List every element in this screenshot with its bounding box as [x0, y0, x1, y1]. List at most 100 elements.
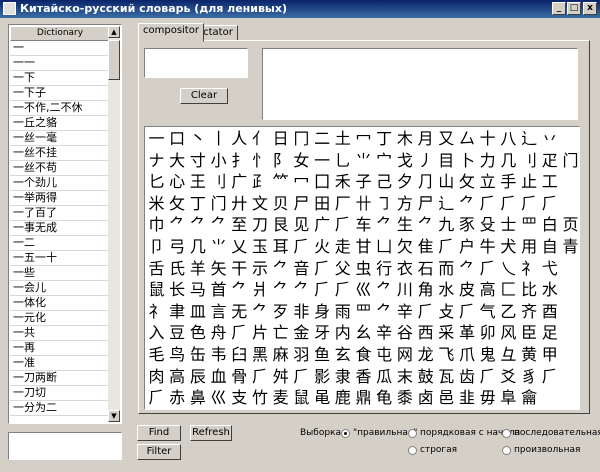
radical-cell[interactable]: 麻 — [270, 345, 291, 364]
radical-cell[interactable]: 骨 — [229, 367, 250, 386]
radical-cell[interactable]: 车 — [353, 215, 374, 234]
radical-cell[interactable]: 火 — [312, 237, 333, 256]
radical-cell[interactable]: 黄 — [519, 345, 540, 364]
radical-cell[interactable]: 尸 — [291, 194, 312, 213]
refresh-button[interactable]: Refresh — [190, 425, 232, 441]
radical-cell[interactable]: 鼎 — [353, 388, 374, 407]
radical-cell[interactable]: 八 — [498, 129, 519, 148]
radical-cell[interactable]: ナ — [146, 151, 167, 170]
dictionary-item[interactable]: 一丘之貉 — [10, 116, 110, 131]
dictionary-item[interactable]: 一分为二 — [10, 401, 110, 416]
radical-cell[interactable]: 田 — [312, 194, 333, 213]
radical-cell[interactable]: ⺁ — [539, 367, 560, 386]
radical-cell[interactable]: 鼠 — [291, 388, 312, 407]
radio-sequential[interactable] — [502, 429, 511, 438]
radical-cell[interactable]: 士 — [498, 215, 519, 234]
radical-cell[interactable]: 言 — [208, 302, 229, 321]
radical-cell[interactable]: 香 — [353, 367, 374, 386]
radical-cell[interactable]: 走 — [332, 237, 353, 256]
radical-cell[interactable]: 羊 — [187, 259, 208, 278]
dictionary-item[interactable]: 一元化 — [10, 311, 110, 326]
radical-cell[interactable]: 身 — [312, 302, 333, 321]
radical-cell[interactable]: 丁 — [187, 194, 208, 213]
radical-cell[interactable]: 卯 — [477, 323, 498, 342]
radical-cell[interactable]: 人 — [229, 129, 250, 148]
radical-cell[interactable]: 子 — [353, 172, 374, 191]
radical-cell[interactable]: 廾 — [229, 194, 250, 213]
radical-cell[interactable]: 爻 — [498, 367, 519, 386]
dictionary-item[interactable]: 一五一十 — [10, 251, 110, 266]
radical-cell[interactable]: 高 — [477, 280, 498, 299]
radical-cell[interactable]: 攵 — [457, 172, 478, 191]
dictionary-item[interactable]: 一一 — [10, 56, 110, 71]
radical-cell[interactable]: 羽 — [291, 345, 312, 364]
radical-cell[interactable]: 一 — [146, 129, 167, 148]
radical-cell[interactable]: 丨 — [208, 129, 229, 148]
radical-cell[interactable]: 韭 — [457, 388, 478, 407]
radical-cell[interactable]: 宀 — [374, 151, 395, 170]
radical-cell[interactable]: 乀 — [498, 259, 519, 278]
radical-cell[interactable]: 龠 — [519, 388, 540, 407]
radical-cell[interactable]: 末 — [394, 367, 415, 386]
radical-cell[interactable]: 矢 — [208, 259, 229, 278]
tab-compositor[interactable]: compositor — [138, 23, 204, 42]
radical-cell[interactable]: 匕 — [146, 172, 167, 191]
dictionary-item[interactable]: 一个劲儿 — [10, 176, 110, 191]
result-textarea[interactable] — [262, 48, 578, 120]
radical-cell[interactable]: 用 — [519, 237, 540, 256]
radical-cell[interactable]: 龙 — [415, 345, 436, 364]
radical-cell[interactable]: 鼠 — [146, 280, 167, 299]
radical-cell[interactable]: 爿 — [250, 280, 271, 299]
radical-cell[interactable]: 自 — [539, 237, 560, 256]
radical-cell[interactable]: 牙 — [312, 323, 333, 342]
radio-strict-label[interactable]: строгая — [420, 445, 457, 455]
radical-cell[interactable]: 乚 — [332, 151, 353, 170]
radio-correct[interactable] — [341, 429, 350, 438]
radical-cell[interactable]: ⺆ — [415, 172, 436, 191]
radical-cell[interactable]: 王 — [187, 172, 208, 191]
radical-cell[interactable]: 禾 — [332, 172, 353, 191]
radical-cell[interactable]: 网 — [394, 345, 415, 364]
radical-cell[interactable]: 几 — [187, 237, 208, 256]
dictionary-item[interactable]: 一举两得 — [10, 191, 110, 206]
radical-cell[interactable]: 辛 — [394, 302, 415, 321]
radical-cell[interactable]: 冖 — [353, 129, 374, 148]
radical-cell[interactable]: 女 — [291, 151, 312, 170]
radical-cell[interactable]: 内 — [332, 323, 353, 342]
filter-button[interactable]: Filter — [137, 444, 181, 460]
search-input[interactable] — [8, 432, 122, 460]
radical-cell[interactable]: 缶 — [187, 345, 208, 364]
radical-cell[interactable]: ⺈ — [229, 280, 250, 299]
radical-cell[interactable]: ⺁ — [250, 367, 271, 386]
radical-cell[interactable]: ⺮ — [270, 172, 291, 191]
radical-cell[interactable]: 欠 — [394, 237, 415, 256]
radical-cell[interactable]: 耳 — [270, 237, 291, 256]
radical-cell[interactable]: 气 — [477, 302, 498, 321]
radical-cell[interactable]: 飞 — [436, 345, 457, 364]
radical-cell[interactable]: ⺁ — [332, 215, 353, 234]
radical-cell[interactable]: 丿 — [415, 151, 436, 170]
radical-cell[interactable]: ⺁ — [457, 302, 478, 321]
radical-cell[interactable]: 山 — [436, 172, 457, 191]
radical-cell[interactable]: 隹 — [415, 237, 436, 256]
radical-cell[interactable]: 大 — [167, 151, 188, 170]
radical-cell[interactable]: 丶 — [187, 129, 208, 148]
radical-cell[interactable]: 青 — [560, 237, 579, 256]
radical-cell[interactable]: 鱼 — [312, 345, 333, 364]
radio-strict[interactable] — [408, 446, 417, 455]
radical-cell[interactable]: 臣 — [519, 323, 540, 342]
radical-cell[interactable]: 瓜 — [374, 367, 395, 386]
close-button[interactable]: x — [583, 2, 597, 15]
radical-cell[interactable]: ⺁ — [436, 237, 457, 256]
radical-cell[interactable]: 乙 — [498, 302, 519, 321]
radical-cell[interactable]: 卜 — [457, 151, 478, 170]
radical-cell[interactable]: 力 — [477, 151, 498, 170]
radical-cell[interactable]: 门 — [560, 151, 579, 170]
radical-cell[interactable]: 龟 — [374, 388, 395, 407]
radical-cell[interactable]: 卄 — [353, 194, 374, 213]
dictionary-item[interactable]: 一丝不挂 — [10, 146, 110, 161]
radical-cell[interactable]: 凵 — [374, 237, 395, 256]
radical-cell[interactable]: 立 — [477, 172, 498, 191]
radical-cell[interactable]: 辰 — [187, 367, 208, 386]
radical-cell[interactable]: 赤 — [167, 388, 188, 407]
